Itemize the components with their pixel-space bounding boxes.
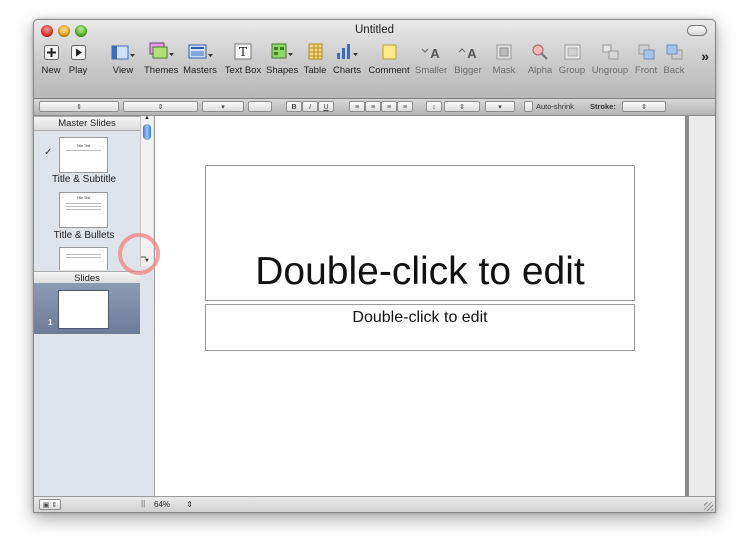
- ungroup-icon: [591, 42, 629, 60]
- columns-select[interactable]: ▾: [485, 101, 515, 112]
- shapes-icon: [266, 42, 298, 60]
- play-icon: [66, 42, 90, 60]
- align-left-button[interactable]: ≡: [349, 101, 365, 112]
- view-button[interactable]: View: [108, 42, 138, 94]
- new-slide-menu-button[interactable]: ▣ ⇕: [39, 499, 61, 510]
- slide-number: 1: [48, 318, 53, 327]
- front-button[interactable]: Front: [633, 42, 659, 94]
- resize-grip-icon[interactable]: [704, 502, 713, 511]
- title-bar: Untitled New Play View Themes Masters T …: [34, 20, 715, 99]
- spacing-select[interactable]: ⇕: [444, 101, 480, 112]
- svg-text:T: T: [239, 45, 247, 59]
- auto-shrink-checkbox[interactable]: [524, 101, 533, 112]
- title-placeholder-box[interactable]: Double-click to edit: [205, 165, 635, 301]
- toolbar-overflow-button[interactable]: »: [701, 48, 709, 64]
- table-button[interactable]: Table: [302, 42, 328, 94]
- stroke-select[interactable]: ⇕: [622, 101, 666, 112]
- toolbar-toggle-button[interactable]: [687, 25, 707, 36]
- title-placeholder-text: Double-click to edit: [255, 250, 585, 293]
- master-thumb-title-subtitle[interactable]: Title Text: [59, 137, 108, 173]
- font-family-select[interactable]: ⇕: [123, 101, 198, 112]
- master-thumb-title-bullets[interactable]: Title Text: [59, 192, 108, 228]
- smaller-button[interactable]: A Smaller: [415, 42, 447, 94]
- themes-icon: [144, 42, 178, 60]
- alpha-icon: [526, 42, 554, 60]
- align-center-button[interactable]: ≡: [365, 101, 381, 112]
- window-title: Untitled: [355, 24, 394, 36]
- masters-button[interactable]: Masters: [183, 42, 217, 94]
- alpha-button[interactable]: Alpha: [526, 42, 554, 94]
- vertical-scrollbar[interactable]: [689, 116, 715, 496]
- master-thumb-partial[interactable]: [59, 247, 108, 270]
- underline-button[interactable]: U: [318, 101, 334, 112]
- front-icon: [633, 42, 659, 60]
- text-box-icon: T: [223, 42, 263, 60]
- paragraph-style-select[interactable]: ⇕: [39, 101, 119, 112]
- text-color-well[interactable]: [248, 101, 272, 112]
- back-icon: [662, 42, 686, 60]
- mask-icon: [490, 42, 518, 60]
- play-button[interactable]: Play: [66, 42, 90, 94]
- svg-text:A: A: [467, 46, 477, 60]
- font-size-select[interactable]: ▾: [202, 101, 244, 112]
- master-slides-header: Master Slides: [34, 116, 140, 131]
- comment-icon: [368, 42, 410, 60]
- ungroup-button[interactable]: Ungroup: [591, 42, 629, 94]
- new-button[interactable]: New: [40, 42, 62, 94]
- zoom-stepper-icon: ⇕: [186, 500, 193, 509]
- zoom-select[interactable]: 64% ⇕: [154, 499, 204, 510]
- line-spacing-button[interactable]: ↕: [426, 101, 442, 112]
- align-right-button[interactable]: ≡: [381, 101, 397, 112]
- bold-button[interactable]: B: [286, 101, 302, 112]
- table-icon: [302, 42, 328, 60]
- bigger-text-icon: A: [452, 42, 484, 60]
- comment-button[interactable]: Comment: [368, 42, 410, 94]
- status-bar: ▣ ⇕ || 64% ⇕: [34, 496, 715, 512]
- shapes-button[interactable]: Shapes: [266, 42, 298, 94]
- slide-thumbnail-1[interactable]: [58, 290, 109, 329]
- new-slide-icon: [40, 42, 62, 60]
- group-icon: [557, 42, 587, 60]
- subtitle-placeholder-text: Double-click to edit: [352, 309, 488, 326]
- back-button[interactable]: Back: [662, 42, 686, 94]
- charts-icon: [332, 42, 362, 60]
- auto-shrink-label: Auto-shrink: [536, 102, 574, 111]
- svg-text:A: A: [430, 46, 440, 60]
- charts-button[interactable]: Charts: [332, 42, 362, 94]
- bigger-button[interactable]: A Bigger: [452, 42, 484, 94]
- pane-splitter-icon[interactable]: ||: [141, 499, 145, 508]
- checkmark-icon: ✓: [44, 147, 53, 158]
- view-icon: [108, 42, 138, 60]
- text-box-button[interactable]: T Text Box: [223, 42, 263, 94]
- group-button[interactable]: Group: [557, 42, 587, 94]
- masters-icon: [183, 42, 217, 60]
- themes-button[interactable]: Themes: [144, 42, 178, 94]
- justify-button[interactable]: ≡: [397, 101, 413, 112]
- master-label-title-subtitle: Title & Subtitle: [51, 174, 117, 185]
- format-bar: ⇕ ⇕ ▾ B I U ≡ ≡ ≡ ≡ ↕ ⇕ ▾ Auto-shrink St…: [34, 99, 715, 116]
- stroke-label: Stroke:: [590, 102, 616, 111]
- mask-button[interactable]: Mask: [490, 42, 518, 94]
- italic-button[interactable]: I: [302, 101, 318, 112]
- scroll-up-arrow[interactable]: ▲: [144, 115, 150, 121]
- scroll-thumb[interactable]: [143, 124, 151, 140]
- smaller-text-icon: A: [415, 42, 447, 60]
- click-highlight-ring: [118, 233, 160, 275]
- master-label-title-bullets: Title & Bullets: [53, 230, 115, 241]
- subtitle-placeholder-box[interactable]: Double-click to edit: [205, 304, 635, 351]
